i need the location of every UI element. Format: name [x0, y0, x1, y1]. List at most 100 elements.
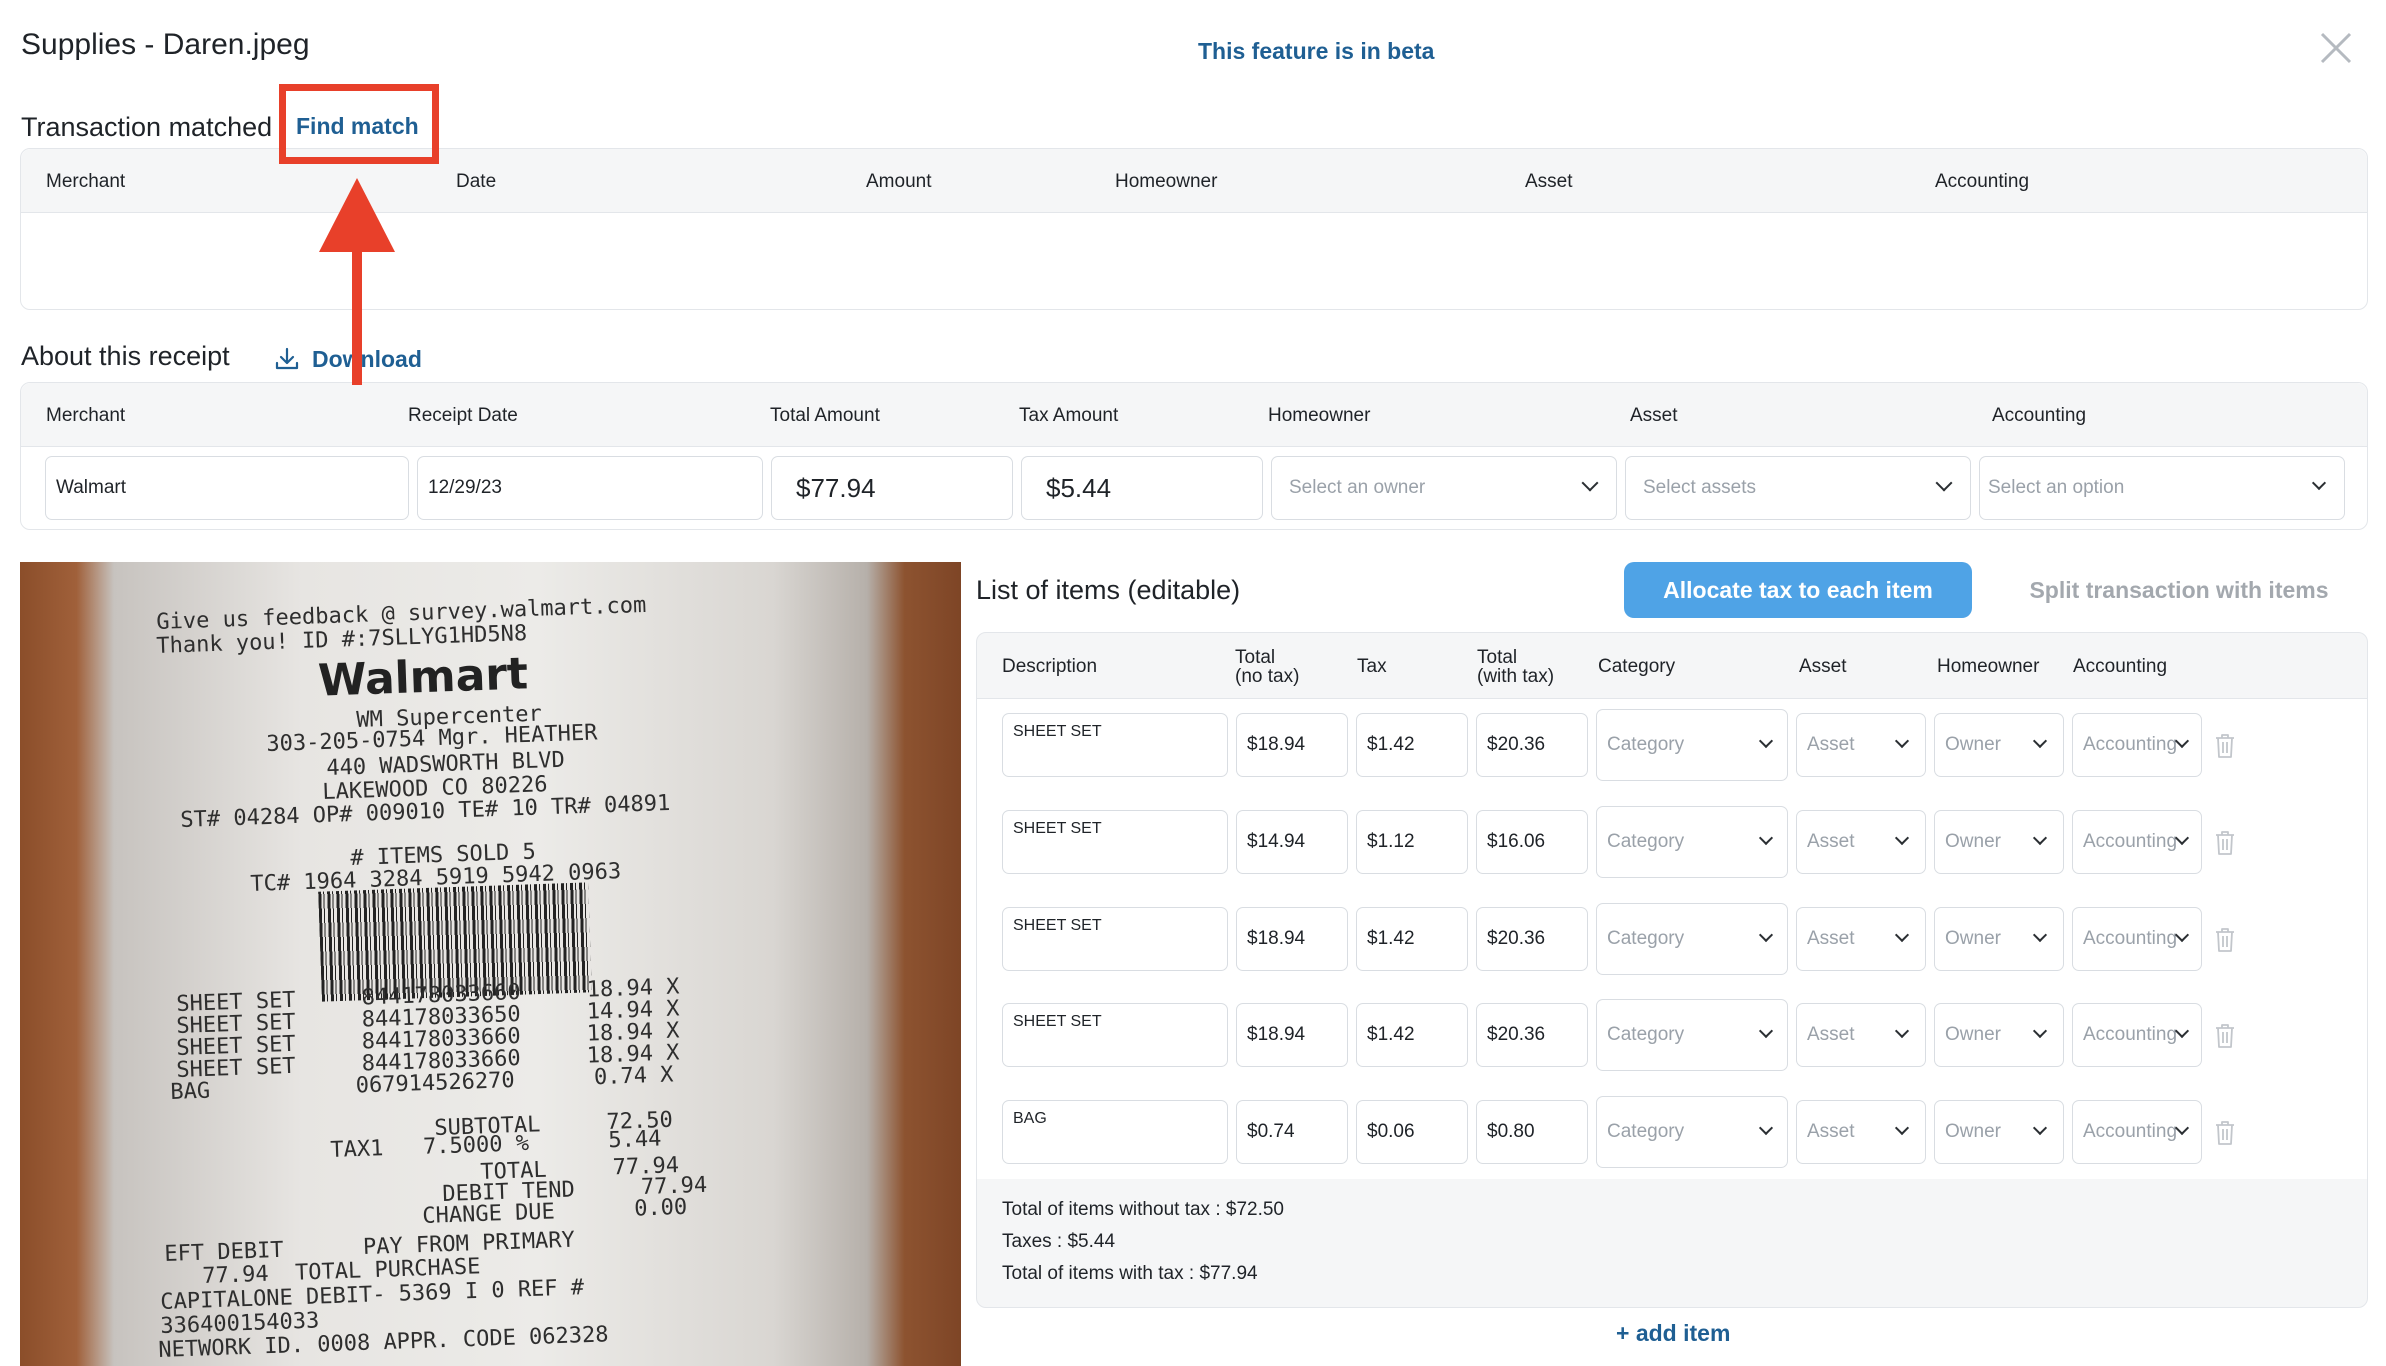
col-description: Description — [1002, 656, 1098, 677]
download-link[interactable]: Download — [312, 346, 422, 373]
item-with-tax-input[interactable]: $20.36 — [1476, 713, 1588, 777]
homeowner-placeholder: Select an owner — [1289, 477, 1426, 498]
trash-icon[interactable] — [2214, 1120, 2236, 1146]
col-asset: Asset — [1525, 171, 1573, 192]
chevron-down-icon — [2174, 1023, 2190, 1039]
item-total-input[interactable]: $18.94 — [1236, 1003, 1348, 1067]
merchant-input[interactable]: Walmart — [45, 456, 409, 520]
item-with-tax-input[interactable]: $20.36 — [1476, 1003, 1588, 1067]
chevron-down-icon — [2032, 830, 2048, 846]
item-category-select[interactable]: Category — [1596, 999, 1788, 1071]
items-table-header: Description Total (no tax) Tax Total (wi… — [977, 633, 2367, 699]
item-tax-input[interactable]: $0.06 — [1356, 1100, 1468, 1164]
chevron-down-icon — [1758, 927, 1774, 943]
item-tax-input[interactable]: $1.42 — [1356, 713, 1468, 777]
chevron-down-icon — [2174, 927, 2190, 943]
accounting-select[interactable]: Select an option — [1979, 456, 2345, 520]
chevron-down-icon — [2032, 927, 2048, 943]
chevron-down-icon — [2174, 830, 2190, 846]
col-tax-amount: Tax Amount — [1019, 405, 1119, 426]
item-tax-input-value: $1.42 — [1367, 928, 1415, 949]
total-amount-input[interactable]: $77.94 — [771, 456, 1013, 520]
receipt-image: Give us feedback @ survey.walmart.com Th… — [20, 562, 961, 1366]
item-category-select[interactable]: Category — [1596, 709, 1788, 781]
item-with-tax-input[interactable]: $20.36 — [1476, 907, 1588, 971]
item-total-input[interactable]: $18.94 — [1236, 907, 1348, 971]
item-asset-select[interactable]: Asset — [1796, 1100, 1926, 1164]
item-tax-input[interactable]: $1.42 — [1356, 1003, 1468, 1067]
asset-placeholder: Select assets — [1643, 477, 1756, 498]
item-description-input[interactable]: SHEET SET — [1002, 907, 1228, 971]
item-tax-input[interactable]: $1.42 — [1356, 907, 1468, 971]
total-amount-value: $77.94 — [796, 472, 876, 503]
item-total-input[interactable]: $14.94 — [1236, 810, 1348, 874]
col-total-with-tax: Total — [1477, 647, 1518, 668]
item-accounting-select[interactable]: Accounting — [2072, 810, 2202, 874]
item-accounting-select[interactable]: Accounting — [2072, 907, 2202, 971]
item-category-select-placeholder: Category — [1607, 734, 1685, 755]
item-asset-select[interactable]: Asset — [1796, 810, 1926, 874]
chevron-down-icon — [1581, 474, 1599, 492]
item-total-input[interactable]: $18.94 — [1236, 713, 1348, 777]
chevron-down-icon — [1758, 733, 1774, 749]
col-total-no-tax-sub: (no tax) — [1235, 666, 1300, 687]
chevron-down-icon — [2032, 1120, 2048, 1136]
item-with-tax-input[interactable]: $0.80 — [1476, 1100, 1588, 1164]
split-transaction-button[interactable]: Split transaction with items — [1990, 562, 2368, 618]
item-category-select[interactable]: Category — [1596, 1096, 1788, 1168]
receipt-date-value: 12/29/23 — [428, 477, 502, 498]
item-asset-select[interactable]: Asset — [1796, 1003, 1926, 1067]
total-with-tax: Total of items with tax : $77.94 — [1002, 1263, 1258, 1284]
chevron-down-icon — [1894, 1120, 1910, 1136]
trash-icon[interactable] — [2214, 927, 2236, 953]
item-description-input[interactable]: SHEET SET — [1002, 713, 1228, 777]
tax-amount-value: $5.44 — [1046, 472, 1112, 503]
item-owner-select[interactable]: Owner — [1934, 713, 2064, 777]
item-accounting-select[interactable]: Accounting — [2072, 1003, 2202, 1067]
item-total-input[interactable]: $0.74 — [1236, 1100, 1348, 1164]
col-total-no-tax: Total — [1235, 647, 1276, 668]
item-owner-select-placeholder: Owner — [1945, 928, 2001, 949]
item-accounting-select[interactable]: Accounting — [2072, 1100, 2202, 1164]
add-item-link[interactable]: + add item — [1616, 1320, 1730, 1347]
chevron-down-icon — [1758, 1120, 1774, 1136]
receipt-date-input[interactable]: 12/29/23 — [417, 456, 763, 520]
col-homeowner: Homeowner — [1115, 171, 1218, 192]
item-accounting-select-placeholder: Accounting — [2083, 1024, 2178, 1045]
col-receipt-date: Receipt Date — [408, 405, 518, 426]
col-date: Date — [456, 171, 497, 192]
download-icon[interactable] — [274, 346, 300, 372]
item-tax-input-value: $1.42 — [1367, 734, 1415, 755]
allocate-tax-button[interactable]: Allocate tax to each item — [1624, 562, 1972, 618]
walmart-logo: Walmart — [317, 648, 529, 707]
item-asset-select[interactable]: Asset — [1796, 713, 1926, 777]
item-description-input[interactable]: BAG — [1002, 1100, 1228, 1164]
item-description-input[interactable]: SHEET SET — [1002, 810, 1228, 874]
asset-select[interactable]: Select assets — [1625, 456, 1971, 520]
item-category-select-placeholder: Category — [1607, 831, 1685, 852]
trash-icon[interactable] — [2214, 1023, 2236, 1049]
item-owner-select[interactable]: Owner — [1934, 1100, 2064, 1164]
annotation-arrow-shaft — [352, 240, 362, 385]
item-owner-select[interactable]: Owner — [1934, 907, 2064, 971]
item-with-tax-input[interactable]: $16.06 — [1476, 810, 1588, 874]
tax-amount-input[interactable]: $5.44 — [1021, 456, 1263, 520]
item-tax-input[interactable]: $1.12 — [1356, 810, 1468, 874]
col-merchant: Merchant — [46, 171, 126, 192]
item-with-tax-input-value: $20.36 — [1487, 734, 1546, 755]
item-category-select[interactable]: Category — [1596, 903, 1788, 975]
homeowner-select[interactable]: Select an owner — [1271, 456, 1617, 520]
chevron-down-icon — [2032, 733, 2048, 749]
item-category-select[interactable]: Category — [1596, 806, 1788, 878]
trash-icon[interactable] — [2214, 830, 2236, 856]
trash-icon[interactable] — [2214, 733, 2236, 759]
item-owner-select[interactable]: Owner — [1934, 1003, 2064, 1067]
item-owner-select[interactable]: Owner — [1934, 810, 2064, 874]
item-description-input[interactable]: SHEET SET — [1002, 1003, 1228, 1067]
col-asset: Asset — [1630, 405, 1678, 426]
item-accounting-select[interactable]: Accounting — [2072, 713, 2202, 777]
item-asset-select[interactable]: Asset — [1796, 907, 1926, 971]
close-icon[interactable] — [2318, 30, 2354, 66]
chevron-down-icon — [2174, 733, 2190, 749]
item-accounting-select-placeholder: Accounting — [2083, 734, 2178, 755]
